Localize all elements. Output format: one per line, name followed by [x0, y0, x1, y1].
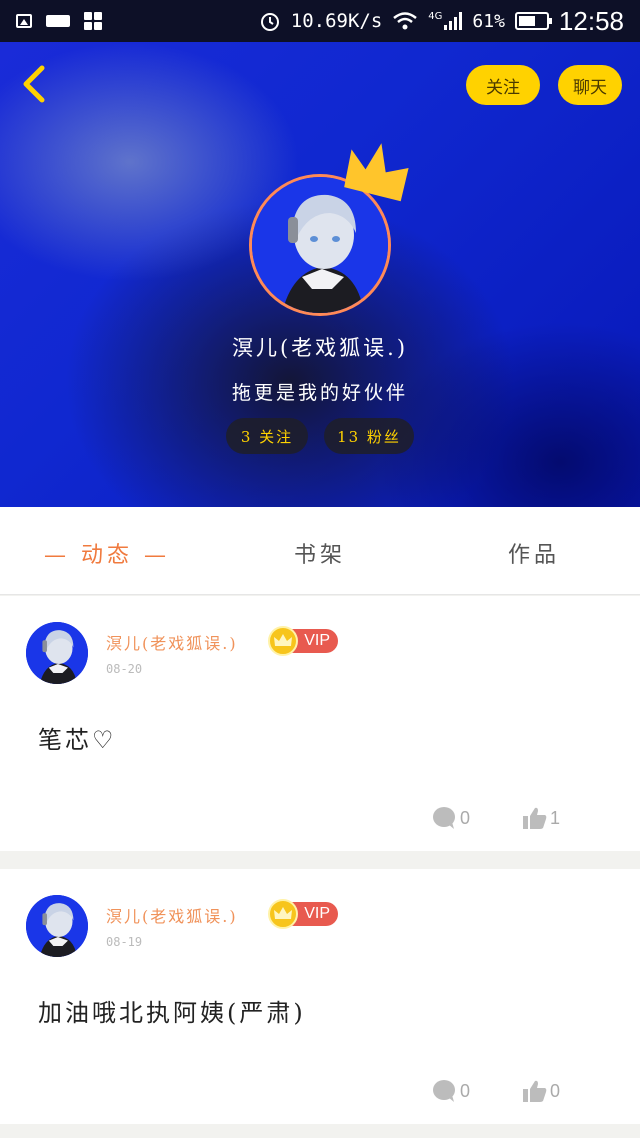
vip-crown-icon	[268, 899, 298, 929]
post-author[interactable]: 溟儿(老戏狐误.)	[106, 903, 238, 927]
avatar-image	[26, 622, 88, 684]
tab-works[interactable]: 作品	[508, 537, 560, 569]
comment-icon	[433, 1080, 455, 1102]
gallery-icon	[16, 14, 32, 28]
signal-icon	[444, 12, 463, 30]
like-count: 0	[550, 1080, 561, 1101]
avatar-image	[26, 895, 88, 957]
like-button[interactable]: 0	[522, 1079, 560, 1103]
battery-percent: 61%	[472, 10, 505, 32]
post-avatar[interactable]	[26, 895, 88, 957]
thumbs-up-icon	[523, 1080, 547, 1102]
tab-bookshelf[interactable]: 书架	[294, 537, 346, 569]
alarm-icon	[260, 13, 279, 31]
feed-post[interactable]: 溟儿(老戏狐误.) VIP 08-20 笔芯♡ 0 1	[0, 596, 640, 851]
post-author[interactable]: 溟儿(老戏狐误.)	[106, 630, 238, 654]
comment-count: 0	[460, 1080, 471, 1101]
comment-button[interactable]: 0	[432, 1079, 470, 1103]
follow-button[interactable]: 关注	[466, 65, 540, 105]
wifi-icon	[393, 12, 418, 30]
post-date: 08-20	[106, 662, 143, 676]
network-type: 4G	[428, 10, 443, 22]
chevron-left-icon[interactable]	[14, 62, 58, 106]
fans-count[interactable]: 13 粉丝	[324, 418, 414, 454]
vip-badge: VIP	[268, 899, 340, 929]
tab-dynamic[interactable]: — 动态 —	[44, 537, 170, 569]
feed-post[interactable]: 溟儿(老戏狐误.) VIP 08-19 加油哦北执阿姨(严肃) 0 0	[0, 869, 640, 1124]
post-avatar[interactable]	[26, 622, 88, 684]
comment-count: 0	[460, 807, 471, 828]
profile-nickname: 溟儿(老戏狐误.)	[231, 336, 409, 360]
thumbs-up-icon	[523, 807, 547, 829]
comment-icon	[433, 807, 455, 829]
message-icon	[46, 15, 70, 27]
clock: 12:58	[558, 5, 624, 36]
battery-icon	[514, 12, 552, 30]
status-bar: 10.69K/s 4G 61% 12:58	[0, 0, 640, 42]
chat-button[interactable]: 聊天	[558, 65, 622, 105]
post-date: 08-19	[106, 935, 143, 949]
like-count: 1	[550, 807, 561, 828]
network-speed: 10.69K/s	[290, 10, 383, 32]
following-count[interactable]: 3 关注	[226, 418, 308, 454]
vip-crown-icon	[268, 626, 298, 656]
crown-icon	[344, 143, 409, 202]
comment-button[interactable]: 0	[432, 806, 470, 830]
like-button[interactable]: 1	[522, 806, 560, 830]
post-content: 加油哦北执阿姨(严肃)	[38, 999, 306, 1027]
apps-icon	[84, 12, 102, 30]
profile-tabs: — 动态 — 书架 作品	[0, 507, 640, 595]
post-content: 笔芯♡	[38, 726, 117, 754]
vip-badge: VIP	[268, 626, 340, 656]
profile-signature: 拖更是我的好伙伴	[231, 382, 408, 404]
profile-header: 关注 聊天 溟儿(老戏狐误.) 拖更是我的好伙伴 3 关注 13 粉丝	[0, 42, 640, 507]
